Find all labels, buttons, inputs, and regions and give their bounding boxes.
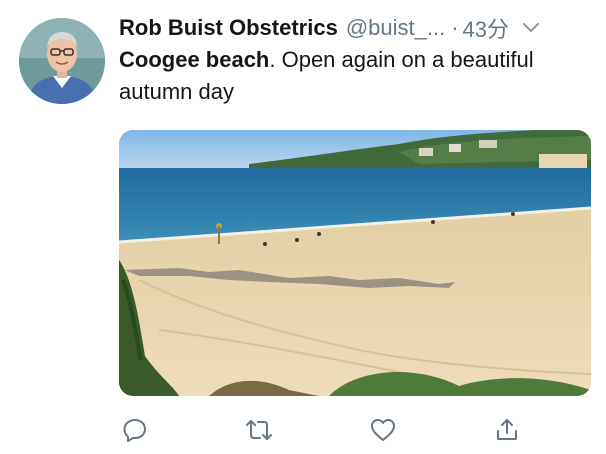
- author-name[interactable]: Rob Buist Obstetrics: [119, 15, 338, 41]
- avatar[interactable]: [19, 18, 105, 104]
- share-icon[interactable]: [491, 414, 523, 446]
- timestamp[interactable]: 43分: [463, 12, 509, 44]
- tweet-text-bold: Coogee beach: [119, 47, 270, 72]
- tweet-actions: [119, 414, 539, 446]
- tweet-header: Rob Buist Obstetrics @buist_... · 43分: [119, 12, 599, 44]
- author-handle[interactable]: @buist_...: [346, 15, 445, 41]
- chevron-down-icon[interactable]: [521, 18, 541, 38]
- tweet-photo[interactable]: [119, 130, 591, 396]
- tweet-text: Coogee beach. Open again on a beautiful …: [119, 44, 589, 108]
- heart-icon[interactable]: [367, 414, 399, 446]
- separator: ·: [451, 15, 459, 40]
- retweet-icon[interactable]: [243, 414, 275, 446]
- tweet-card[interactable]: Rob Buist Obstetrics @buist_... · 43分 Co…: [0, 0, 606, 454]
- reply-icon[interactable]: [119, 414, 151, 446]
